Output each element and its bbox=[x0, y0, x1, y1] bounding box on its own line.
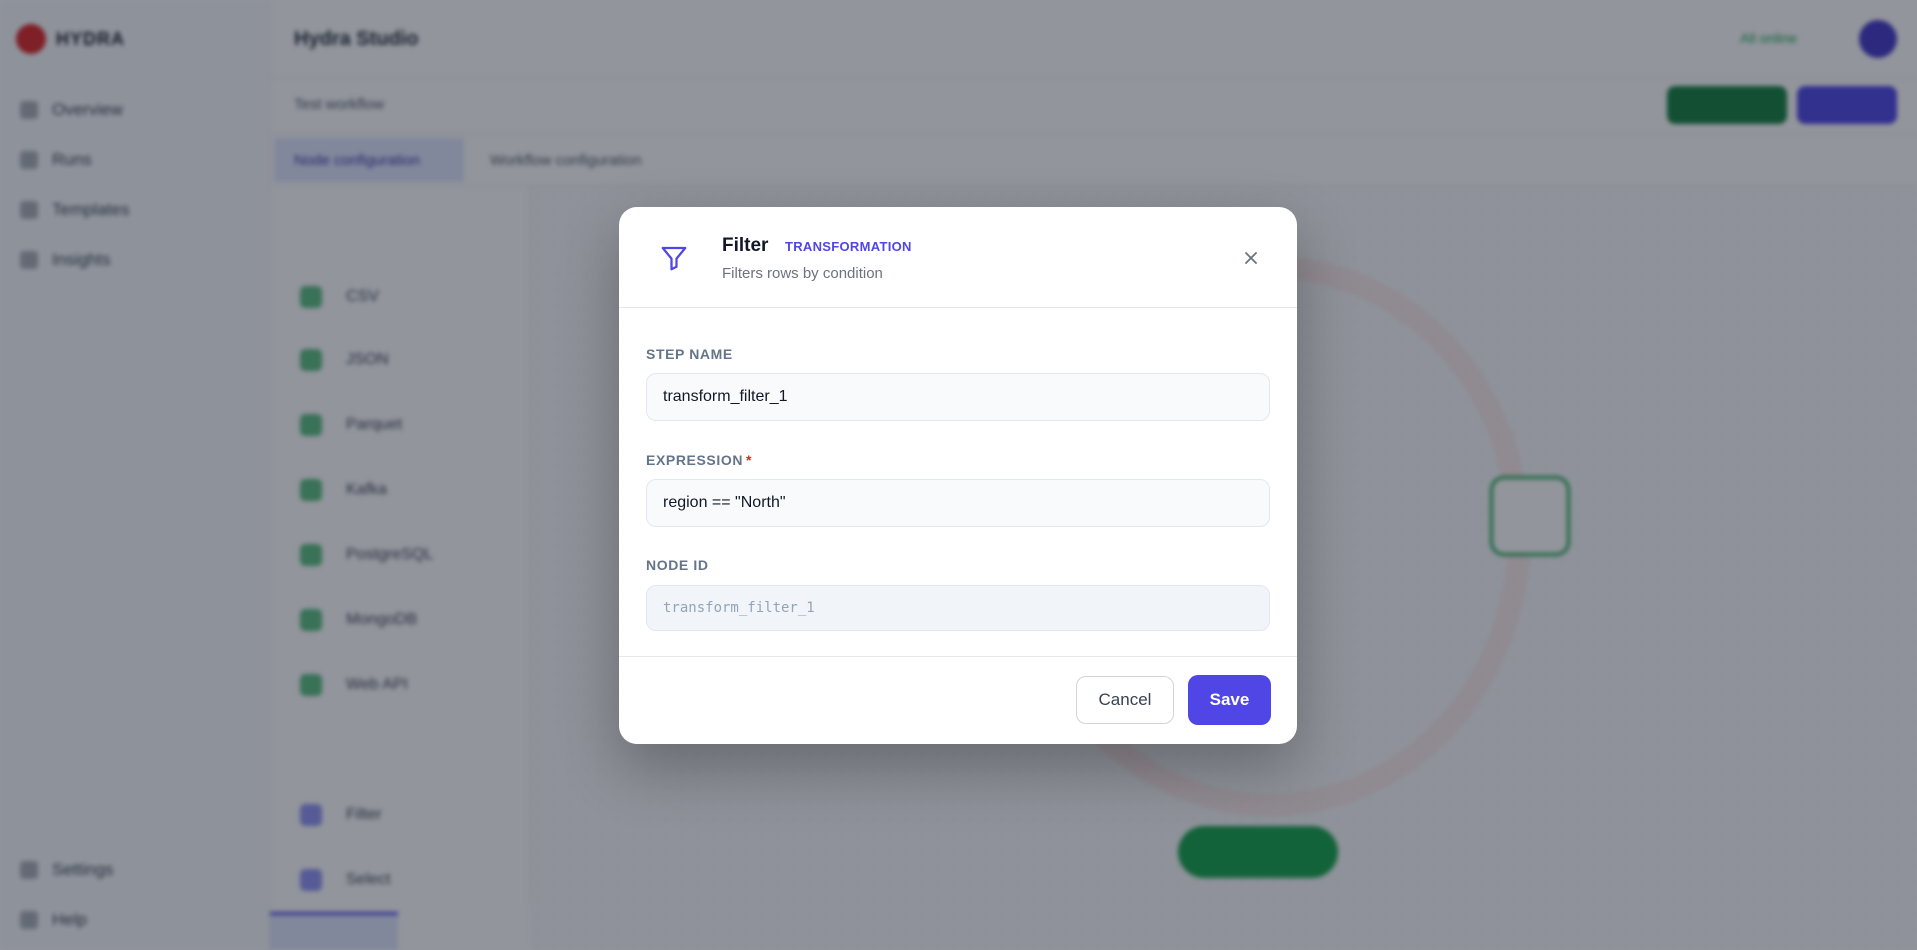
step-name-label: STEP NAME bbox=[646, 346, 733, 362]
modal-title: Filter bbox=[722, 235, 769, 256]
modal-subtitle: Filters rows by condition bbox=[722, 265, 883, 282]
cancel-button[interactable]: Cancel bbox=[1076, 676, 1174, 724]
expression-label-text: EXPRESSION bbox=[646, 452, 744, 468]
save-button[interactable]: Save bbox=[1188, 675, 1271, 725]
required-marker: * bbox=[746, 452, 753, 468]
node-id-label: NODE ID bbox=[646, 557, 709, 573]
node-type-badge: TRANSFORMATION bbox=[785, 239, 912, 254]
node-config-modal: Filter TRANSFORMATION Filters rows by co… bbox=[619, 207, 1297, 744]
expression-label: EXPRESSION * bbox=[646, 452, 752, 468]
modal-footer: Cancel Save bbox=[619, 656, 1297, 744]
expression-input[interactable] bbox=[646, 479, 1270, 527]
node-id-field bbox=[646, 585, 1270, 631]
step-name-input[interactable] bbox=[646, 373, 1270, 421]
filter-icon bbox=[661, 246, 687, 271]
close-icon[interactable] bbox=[1239, 246, 1263, 270]
modal-header: Filter TRANSFORMATION Filters rows by co… bbox=[619, 207, 1297, 308]
